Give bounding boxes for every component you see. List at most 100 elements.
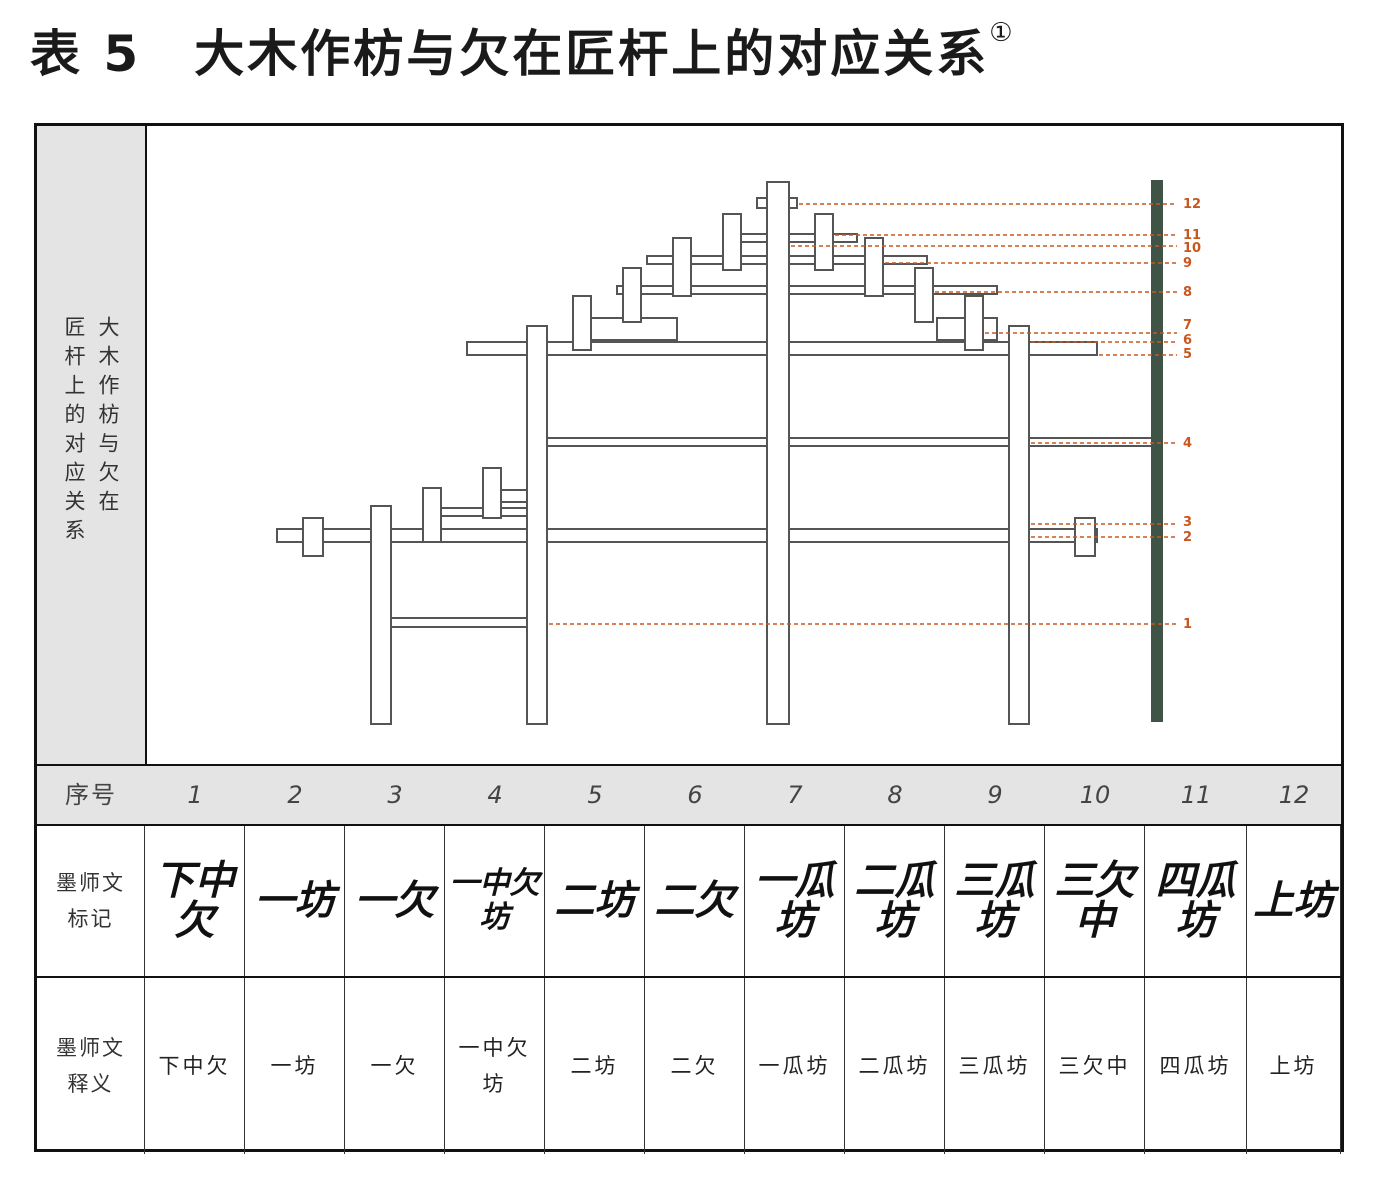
seq-cell-5-text: 5 bbox=[587, 781, 603, 809]
mark-cell-11-text: 四瓜坊 bbox=[1155, 857, 1236, 944]
post-5 bbox=[622, 267, 642, 323]
post-7 bbox=[722, 213, 742, 271]
mark-cell-1: 下中欠 bbox=[145, 826, 245, 976]
seq-row: 序号 1 2 3 4 5 6 7 8 9 10 11 12 bbox=[37, 764, 1341, 824]
timber-frame-svg: 1 2 3 4 5 6 7 8 9 10 11 12 bbox=[276, 180, 1201, 725]
column-outer-left bbox=[370, 505, 392, 725]
mark-cell-3: 一欠 bbox=[345, 826, 445, 976]
level-label-9: 9 bbox=[1183, 256, 1192, 271]
mark-cell-2-text: 一坊 bbox=[254, 877, 335, 924]
table-title: 表 5 大木作枋与欠在匠杆上的对应关系① bbox=[30, 14, 1016, 86]
seq-cell-8-text: 8 bbox=[887, 781, 903, 809]
seq-cell-7: 7 bbox=[745, 766, 845, 824]
seq-cell-7-text: 7 bbox=[787, 781, 803, 809]
mark-row: 墨师文标记 下中欠 一坊 一欠 一中欠坊 二坊 二欠 一瓜坊 二瓜坊 三瓜坊 三欠中 四瓜坊 上坊 bbox=[37, 824, 1341, 976]
interp-cell-11-text: 四瓜坊 bbox=[1159, 1054, 1232, 1078]
seq-header: 序号 bbox=[65, 781, 117, 809]
mark-cell-8-text: 二瓜坊 bbox=[854, 857, 935, 944]
seq-cell-9-text: 9 bbox=[987, 781, 1003, 809]
side-label-line1: 大木作枋与欠在 bbox=[96, 316, 120, 519]
interp-cell-2-text: 一坊 bbox=[270, 1054, 319, 1078]
mark-cell-10: 三欠中 bbox=[1045, 826, 1145, 976]
seq-cell-6: 6 bbox=[645, 766, 745, 824]
post-6 bbox=[672, 237, 692, 297]
mark-cell-12-text: 上坊 bbox=[1253, 877, 1334, 924]
interp-row: 墨师文释义 下中欠 一坊 一欠 一中欠坊 二坊 二欠 一瓜坊 二瓜坊 三瓜坊 三欠中 四瓜坊 上坊 bbox=[37, 976, 1341, 1154]
mark-cell-6-text: 二欠 bbox=[654, 877, 735, 924]
guide-lines bbox=[549, 203, 1177, 625]
timber-frame-diagram: 1 2 3 4 5 6 7 8 9 10 11 12 bbox=[147, 126, 1341, 764]
post-11 bbox=[964, 295, 984, 351]
seq-cell-3: 3 bbox=[345, 766, 445, 824]
post-10 bbox=[914, 267, 934, 323]
seq-cell-8: 8 bbox=[845, 766, 945, 824]
post-4 bbox=[572, 295, 592, 351]
seq-cell-12: 12 bbox=[1247, 766, 1341, 824]
post-9 bbox=[864, 237, 884, 297]
beam-lower bbox=[276, 528, 1098, 543]
measuring-rod bbox=[1151, 180, 1163, 722]
level-label-4: 4 bbox=[1183, 436, 1192, 451]
mark-cell-9-text: 三瓜坊 bbox=[954, 857, 1035, 944]
interp-cell-1: 下中欠 bbox=[145, 978, 245, 1154]
seq-cell-2-text: 2 bbox=[287, 781, 303, 809]
diagram-side-label: 大木作枋与欠在 匠杆上的对应关系 bbox=[37, 126, 147, 764]
seq-cell-2: 2 bbox=[245, 766, 345, 824]
mark-cell-5: 二坊 bbox=[545, 826, 645, 976]
interp-header-text: 墨师文释义 bbox=[56, 1036, 125, 1096]
title-text: 表 5 大木作枋与欠在匠杆上的对应关系 bbox=[30, 25, 990, 83]
interp-cell-7-text: 一瓜坊 bbox=[758, 1054, 831, 1078]
interp-cell-9-text: 三瓜坊 bbox=[958, 1054, 1031, 1078]
interp-cell-10-text: 三欠中 bbox=[1058, 1054, 1131, 1078]
seq-cell-9: 9 bbox=[945, 766, 1045, 824]
level-label-2: 2 bbox=[1183, 530, 1192, 545]
mark-cell-1-text: 下中欠 bbox=[154, 857, 235, 944]
interp-cell-8-text: 二瓜坊 bbox=[858, 1054, 931, 1078]
level-label-10: 10 bbox=[1183, 241, 1201, 256]
mark-cell-2: 一坊 bbox=[245, 826, 345, 976]
seq-cell-11-text: 11 bbox=[1180, 781, 1212, 809]
interp-cell-12-text: 上坊 bbox=[1269, 1054, 1318, 1078]
side-label-line2: 匠杆上的对应关系 bbox=[62, 316, 86, 548]
footnote-marker: ① bbox=[989, 18, 1016, 48]
seq-cell-10-text: 10 bbox=[1079, 781, 1111, 809]
mark-cell-4: 一中欠坊 bbox=[445, 826, 545, 976]
mark-cell-6: 二欠 bbox=[645, 826, 745, 976]
interp-cell-9: 三瓜坊 bbox=[945, 978, 1045, 1154]
interp-cell-7: 一瓜坊 bbox=[745, 978, 845, 1154]
interp-cell-6-text: 二欠 bbox=[670, 1054, 719, 1078]
mark-cell-7-text: 一瓜坊 bbox=[754, 857, 835, 944]
post-1 bbox=[302, 517, 324, 557]
interp-cell-4-text: 一中欠坊 bbox=[458, 1036, 531, 1096]
interp-cell-2: 一坊 bbox=[245, 978, 345, 1154]
mark-cell-5-text: 二坊 bbox=[554, 877, 635, 924]
level-label-1: 1 bbox=[1183, 617, 1192, 632]
interp-cell-8: 二瓜坊 bbox=[845, 978, 945, 1154]
mark-header-text: 墨师文标记 bbox=[56, 871, 125, 931]
seq-cell-12-text: 12 bbox=[1278, 781, 1310, 809]
interp-cell-12: 上坊 bbox=[1247, 978, 1341, 1154]
interp-cell-3-text: 一欠 bbox=[370, 1054, 419, 1078]
seq-cell-6-text: 6 bbox=[687, 781, 703, 809]
mark-cell-9: 三瓜坊 bbox=[945, 826, 1045, 976]
seq-cell-10: 10 bbox=[1045, 766, 1145, 824]
interp-cell-3: 一欠 bbox=[345, 978, 445, 1154]
level-label-11: 11 bbox=[1183, 228, 1201, 243]
column-center bbox=[766, 181, 790, 725]
post-3 bbox=[482, 467, 502, 519]
interp-cell-11: 四瓜坊 bbox=[1145, 978, 1247, 1154]
mark-cell-7: 一瓜坊 bbox=[745, 826, 845, 976]
level-label-7: 7 bbox=[1183, 318, 1192, 333]
table-frame: 大木作枋与欠在 匠杆上的对应关系 1 2 3 4 5 6 7 8 9 10 11… bbox=[34, 123, 1344, 1154]
interp-cell-5: 二坊 bbox=[545, 978, 645, 1154]
mark-header: 墨师文标记 bbox=[37, 826, 145, 976]
seq-cell-5: 5 bbox=[545, 766, 645, 824]
seq-cell-1-text: 1 bbox=[187, 781, 203, 809]
mark-cell-12: 上坊 bbox=[1247, 826, 1341, 976]
post-8 bbox=[814, 213, 834, 271]
seq-cell-1: 1 bbox=[145, 766, 245, 824]
mark-cell-10-text: 三欠中 bbox=[1054, 857, 1135, 944]
interp-cell-5-text: 二坊 bbox=[570, 1054, 619, 1078]
post-2 bbox=[422, 487, 442, 543]
column-inner-left bbox=[526, 325, 548, 725]
